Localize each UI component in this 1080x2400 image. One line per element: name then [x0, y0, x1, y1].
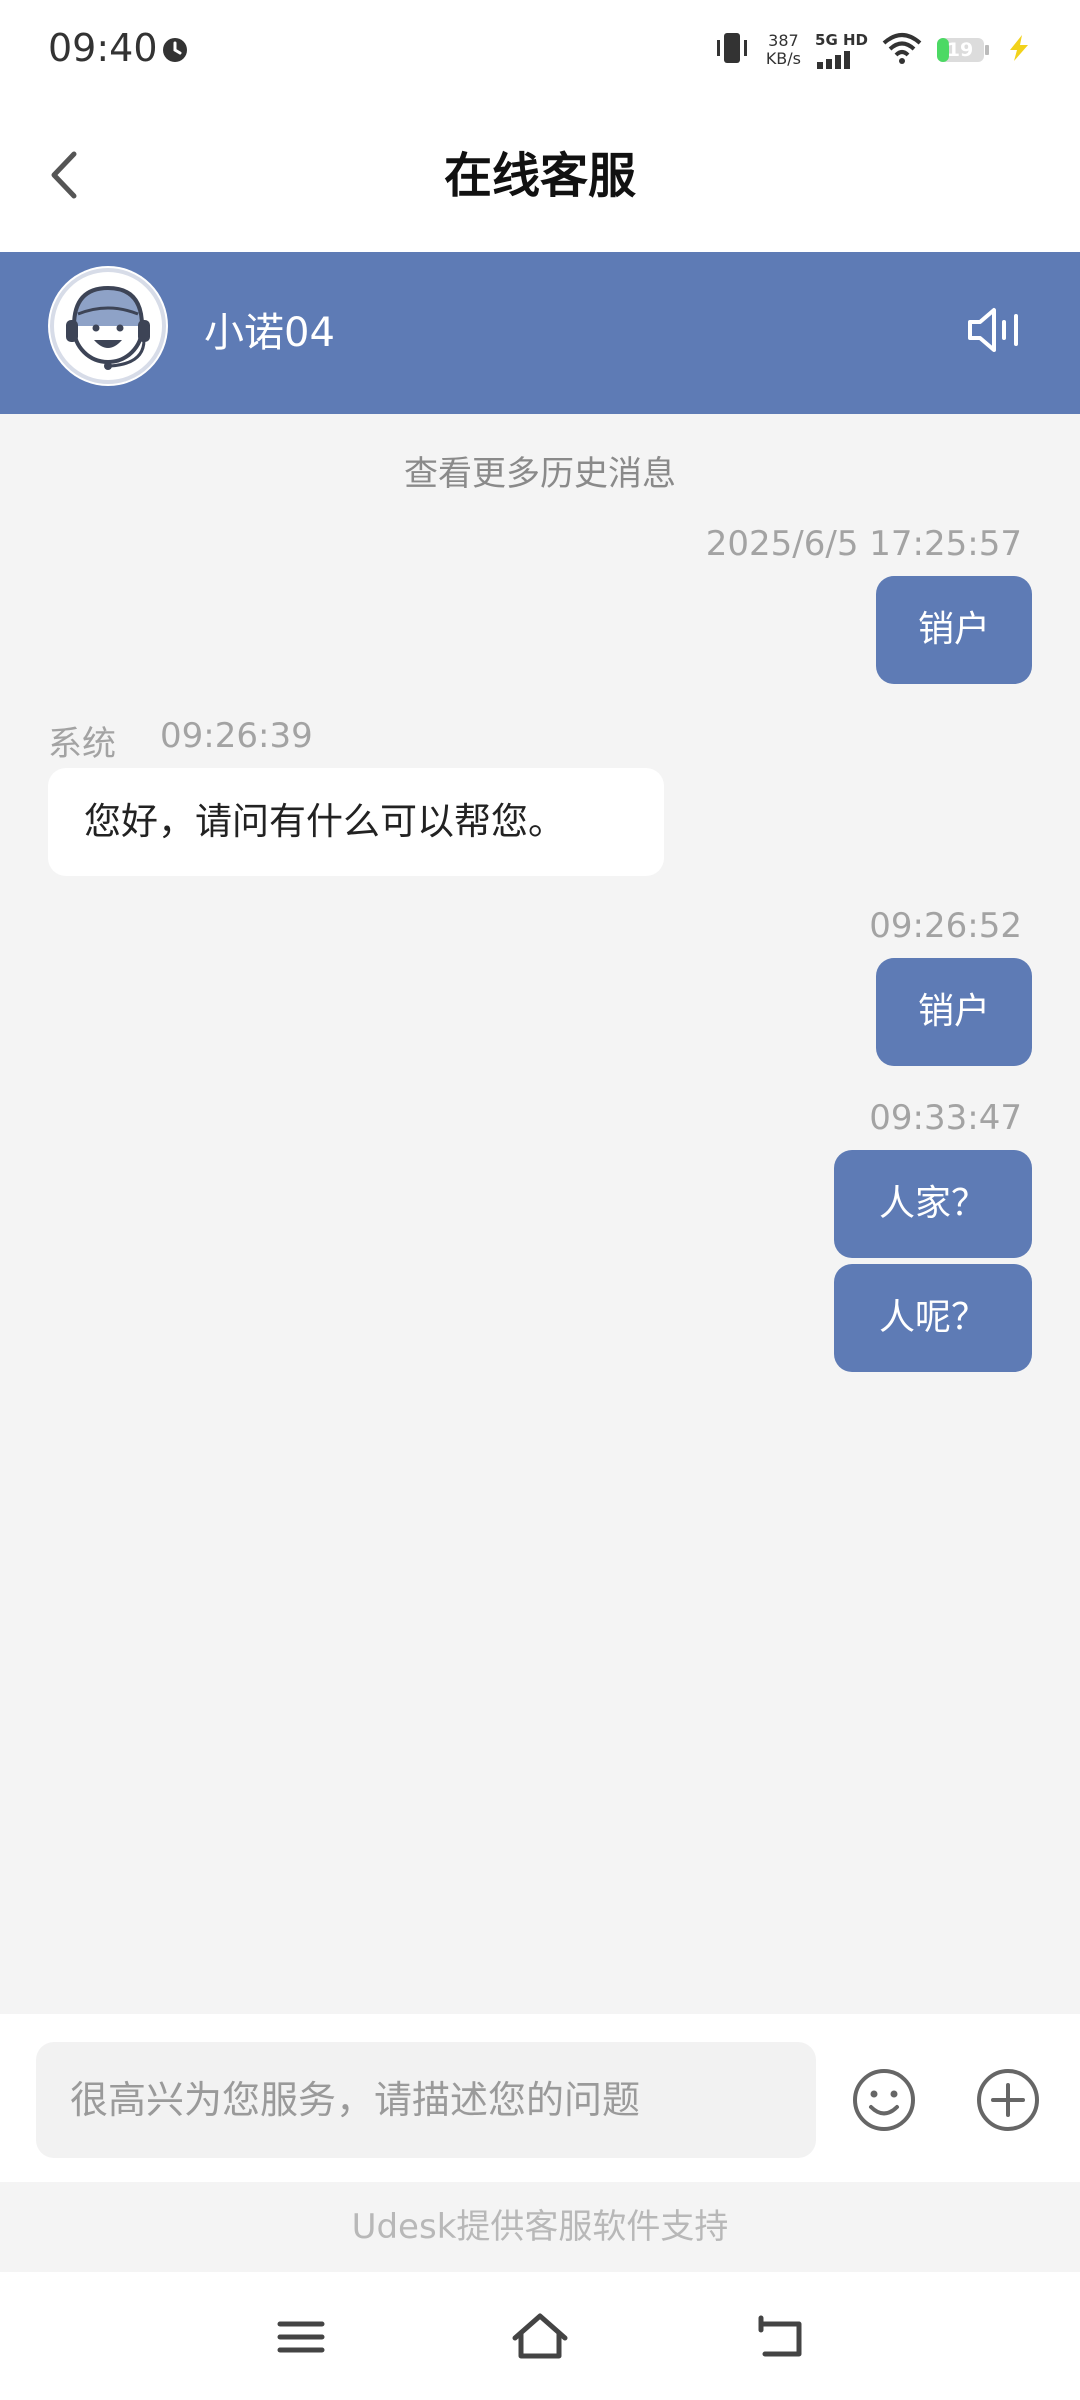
- battery-level: 19: [946, 39, 974, 61]
- cellular-signal: 5G HD: [815, 31, 868, 69]
- sound-toggle-button[interactable]: [964, 300, 1024, 360]
- status-icons: 387 KB/s 5G HD 19: [712, 28, 1034, 72]
- message-input[interactable]: [36, 2042, 816, 2158]
- alarm-icon: [160, 34, 190, 68]
- net-speed-value: 387: [768, 31, 799, 50]
- page-title: 在线客服: [443, 148, 636, 204]
- input-bar: [0, 2014, 1080, 2182]
- title-bar: 在线客服: [0, 100, 1080, 252]
- vibrate-icon: [712, 30, 752, 70]
- charging-icon: [1004, 33, 1034, 67]
- back-nav-button[interactable]: [745, 2302, 815, 2372]
- plus-circle-icon: [977, 2069, 1039, 2131]
- network-speed: 387 KB/s: [766, 32, 801, 68]
- user-message-bubble[interactable]: 销户: [876, 576, 1032, 684]
- menu-icon: [277, 2321, 325, 2353]
- home-icon: [512, 2313, 568, 2359]
- emoji-icon: [853, 2069, 915, 2131]
- message-timestamp: 2025/6/5 17:25:57: [705, 524, 1022, 564]
- user-message-bubble[interactable]: 人呢？: [834, 1264, 1032, 1372]
- powered-by-footer: Udesk提供客服软件支持: [0, 2182, 1080, 2272]
- more-options-button[interactable]: [974, 2066, 1042, 2134]
- system-message-bubble[interactable]: 您好，请问有什么可以帮您。: [48, 768, 664, 876]
- home-nav-button[interactable]: [505, 2302, 575, 2372]
- load-history-link[interactable]: 查看更多历史消息: [0, 446, 1080, 495]
- emoji-button[interactable]: [850, 2066, 918, 2134]
- menu-nav-button[interactable]: [266, 2302, 336, 2372]
- agent-avatar: [48, 266, 168, 386]
- net-speed-unit: KB/s: [765, 49, 802, 68]
- agent-header: 小诺04: [0, 252, 1080, 414]
- message-timestamp: 09:26:39: [160, 716, 313, 756]
- back-arrow-icon: [758, 2315, 802, 2357]
- customer-service-avatar-icon: [50, 268, 166, 384]
- battery-icon: 19: [936, 35, 990, 65]
- network-type: 5G HD: [815, 31, 868, 49]
- user-message-bubble[interactable]: 人家？: [834, 1150, 1032, 1258]
- agent-name: 小诺04: [204, 310, 335, 356]
- status-bar: 09:40 387 KB/s 5G HD 19: [0, 0, 1080, 100]
- message-timestamp: 09:26:52: [869, 906, 1022, 946]
- status-time: 09:40: [48, 26, 158, 70]
- speaker-icon: [968, 308, 1018, 352]
- signal-bars-icon: [817, 51, 851, 69]
- user-message-bubble[interactable]: 销户: [876, 958, 1032, 1066]
- wifi-icon: [882, 31, 922, 69]
- system-nav-bar: [0, 2272, 1080, 2400]
- message-timestamp: 09:33:47: [869, 1098, 1022, 1138]
- system-sender-label: 系统: [48, 724, 116, 764]
